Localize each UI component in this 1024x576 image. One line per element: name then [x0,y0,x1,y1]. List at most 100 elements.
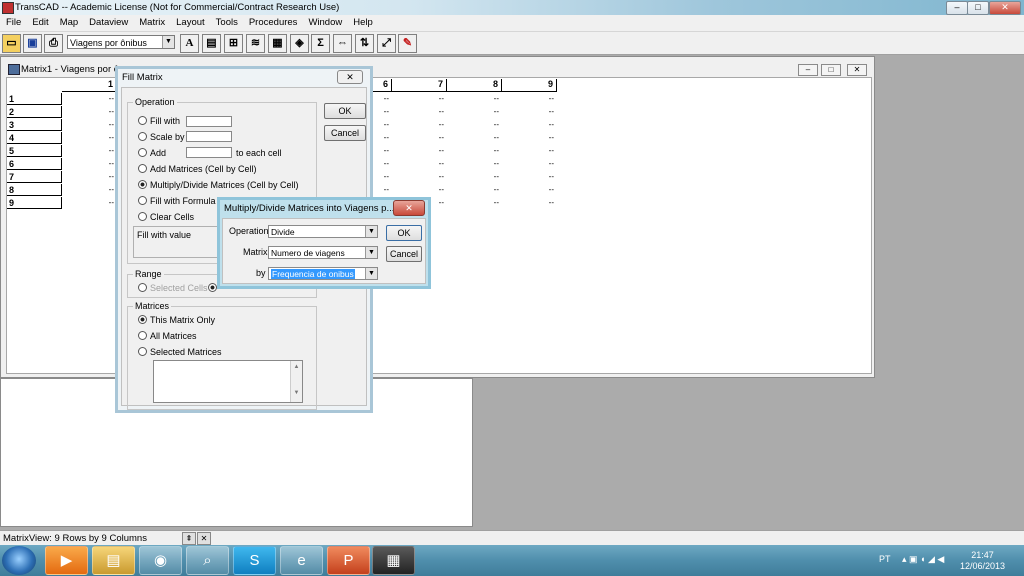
start-button[interactable] [2,546,36,575]
menu-tools[interactable]: Tools [210,15,243,28]
all-matrices-radio[interactable]: All Matrices [138,331,197,341]
scale-by-input[interactable] [186,131,232,142]
internet-explorer-icon[interactable]: e [280,546,323,575]
fill-formula-radio[interactable]: Fill with Formula [138,196,216,206]
matrix-cell[interactable]: -- [502,158,557,170]
fill-with-radio[interactable]: Fill with [138,116,180,126]
by-select[interactable]: Frequencia de onibus ▼ [268,267,378,280]
matrix-cell[interactable]: -- [447,158,502,170]
menu-layout[interactable]: Layout [170,15,210,28]
menu-map[interactable]: Map [54,15,83,28]
matrix-cell[interactable]: -- [392,145,447,157]
matrix-maximize-button[interactable]: □ [821,64,841,76]
matrix-cell[interactable]: -- [392,171,447,183]
matrix-cell[interactable]: -- [447,197,502,209]
matrix-cell[interactable]: -- [62,171,117,183]
select-tool-icon[interactable]: ⊞ [224,34,243,53]
multiply-dialog-close-button[interactable]: ✕ [393,200,425,216]
scale-by-radio[interactable]: Scale by [138,132,185,142]
matrix-cell[interactable]: -- [502,93,557,105]
matrix-cell[interactable]: -- [62,145,117,157]
selected-matrices-radio[interactable]: Selected Matrices [138,347,222,357]
matrix-cell[interactable]: -- [447,119,502,131]
fit-columns-icon[interactable]: ⇔ [333,34,352,53]
operation-select[interactable]: Divide ▼ [268,225,378,238]
matrix-cell[interactable]: -- [62,93,117,105]
add-matrices-radio[interactable]: Add Matrices (Cell by Cell) [138,164,257,174]
matrix-cell[interactable]: -- [62,197,117,209]
row-header[interactable]: 8 [7,184,62,196]
skype-icon[interactable]: S [233,546,276,575]
layers-icon[interactable]: ≋ [246,34,265,53]
open-folder-icon[interactable]: ▭ [2,34,21,53]
minimize-button[interactable]: – [946,1,968,15]
matrix-cell[interactable]: -- [62,158,117,170]
menu-window[interactable]: Window [302,15,347,28]
frame-tool-icon[interactable]: ▤ [202,34,221,53]
close-icon[interactable]: ✕ [197,532,211,545]
fill-with-input[interactable] [186,116,232,127]
clock[interactable]: 21:47 12/06/2013 [960,550,1005,572]
add-radio[interactable]: Add [138,148,166,158]
matrix-icon[interactable]: ◈ [290,34,309,53]
matrix-cell[interactable]: -- [502,145,557,157]
matrix-cell[interactable]: -- [447,106,502,118]
multiply-cancel-button[interactable]: Cancel [386,246,422,262]
chevron-down-icon[interactable]: ▼ [162,36,174,48]
this-matrix-only-radio[interactable]: This Matrix Only [138,315,215,325]
matrix-cell[interactable]: -- [62,106,117,118]
row-header[interactable]: 2 [7,106,62,118]
text-tool-icon[interactable]: A [180,34,199,53]
menu-file[interactable]: File [0,15,26,28]
pencil-icon[interactable]: ✎ [398,34,417,53]
row-header[interactable]: 3 [7,119,62,131]
menu-procedures[interactable]: Procedures [243,15,303,28]
chrome-icon[interactable]: ◉ [139,546,182,575]
menu-help[interactable]: Help [347,15,378,28]
row-header[interactable]: 5 [7,145,62,157]
matrix-cell[interactable]: -- [502,197,557,209]
matrix-cell[interactable]: -- [447,171,502,183]
matrix-cell[interactable]: -- [502,184,557,196]
matrix-cell[interactable]: -- [502,106,557,118]
maximize-button[interactable]: □ [967,1,989,15]
matrix-cell[interactable]: -- [62,119,117,131]
sort-icon[interactable]: ⇅ [355,34,374,53]
powerpoint-icon[interactable]: P [327,546,370,575]
column-header[interactable]: 8 [447,79,502,92]
matrix-close-button[interactable]: ✕ [847,64,867,76]
matrix-cell[interactable]: -- [392,106,447,118]
matrix-cell[interactable]: -- [392,158,447,170]
fill-ok-button[interactable]: OK [324,103,366,119]
matrix-cell[interactable]: -- [392,93,447,105]
add-input[interactable] [186,147,232,158]
matrix-cell[interactable]: -- [502,119,557,131]
matrix-cell[interactable]: -- [447,132,502,144]
chevron-down-icon[interactable]: ▼ [365,268,377,279]
matrix-cell[interactable]: -- [392,132,447,144]
matrix-cell[interactable]: -- [392,184,447,196]
listbox-scrollbar[interactable]: ▲ ▼ [290,361,302,402]
transcad-taskbar-icon[interactable]: ▦ [372,546,415,575]
matrix-cell[interactable]: -- [447,145,502,157]
matrix-select[interactable]: Numero de viagens ▼ [268,246,378,259]
export-icon[interactable]: ⤢ [377,34,396,53]
fill-matrix-close-button[interactable]: ✕ [337,70,363,84]
range-selected-cells-radio[interactable]: Selected Cells [138,283,208,293]
column-header[interactable]: 1 [62,79,117,92]
matrix-cell[interactable]: -- [502,171,557,183]
matrix-cell[interactable]: -- [392,119,447,131]
matrix-cell[interactable]: -- [447,93,502,105]
row-header[interactable]: 9 [7,197,62,209]
row-header[interactable]: 4 [7,132,62,144]
menu-dataview[interactable]: Dataview [83,15,133,28]
matrix-cell[interactable]: -- [62,132,117,144]
matrix-cell[interactable]: -- [502,132,557,144]
fill-cancel-button[interactable]: Cancel [324,125,366,141]
table-icon[interactable]: ▦ [268,34,287,53]
matrix-cell[interactable]: -- [62,184,117,196]
chevron-down-icon[interactable]: ▼ [365,247,377,258]
print-icon[interactable]: ⎙ [44,34,63,53]
row-header[interactable]: 1 [7,93,62,105]
close-button[interactable]: ✕ [989,1,1021,15]
